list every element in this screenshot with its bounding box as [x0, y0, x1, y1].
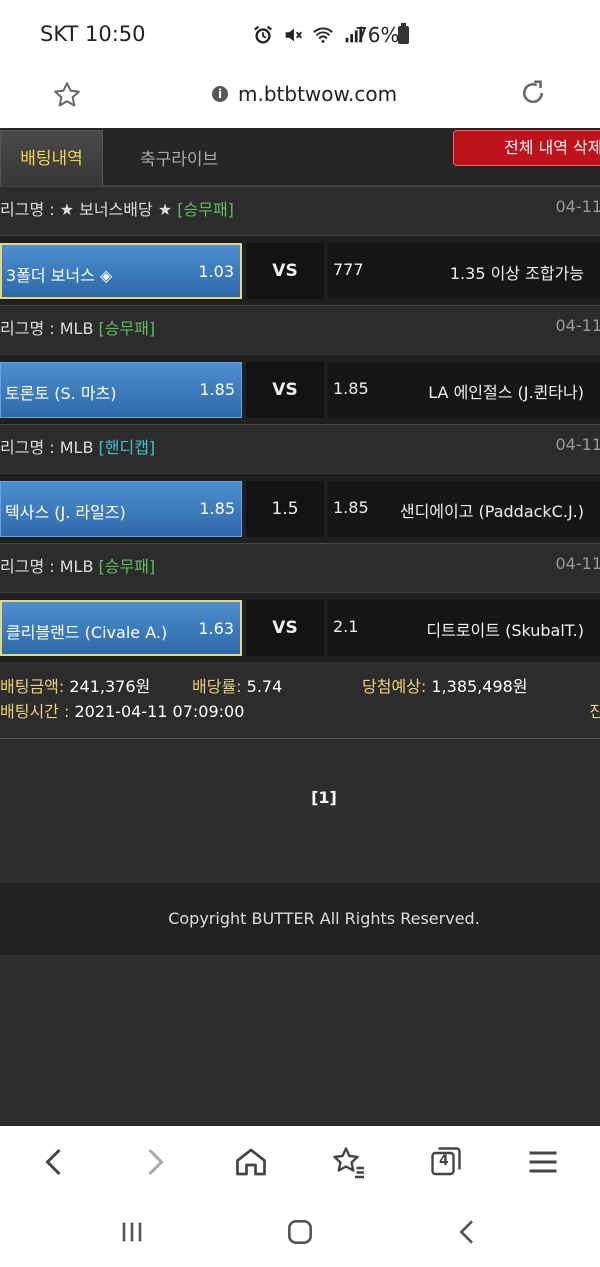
- away-team: LA 에인절스 (J.퀸타나): [428, 383, 584, 402]
- expected-win: 당첨예상: 1,385,498원: [362, 677, 528, 696]
- mute-icon: [285, 28, 302, 42]
- league-header: 리그명 : MLB [핸디캡] 04-11: [0, 424, 600, 464]
- away-odds: 1.85: [333, 379, 369, 398]
- wifi-icon: [313, 27, 333, 43]
- home-odds: 1.85: [199, 499, 235, 518]
- tabs-icon[interactable]: 4: [428, 1144, 464, 1180]
- pagination-page-1[interactable]: [1]: [0, 788, 600, 807]
- league-name: 리그명 : MLB: [0, 319, 94, 338]
- home-team: 3폴더 보너스 ◈: [6, 266, 113, 285]
- battery-icon: [398, 23, 409, 44]
- status-bar: SKT 10:50 76%: [0, 0, 600, 70]
- browser-bottom-nav: 4: [0, 1126, 600, 1202]
- url-text[interactable]: m.btbtwow.com: [238, 82, 397, 106]
- away-team: 디트로이트 (SkubalT.): [426, 621, 584, 640]
- system-back-icon[interactable]: [452, 1216, 484, 1248]
- away-team: 1.35 이상 조합가능: [449, 264, 584, 283]
- home-pick[interactable]: 토론토 (S. 마츠) 1.85: [0, 362, 242, 418]
- away-pick[interactable]: 2.1 디트로이트 (SkubalT.): [328, 600, 600, 656]
- league-name: 리그명 : MLB: [0, 438, 94, 457]
- bet-row: 토론토 (S. 마츠) 1.85 VS 1.85 LA 에인절스 (J.퀸타나): [0, 354, 600, 424]
- home-pick[interactable]: 텍사스 (J. 라일즈) 1.85: [0, 481, 242, 537]
- away-odds: 1.85: [333, 498, 369, 517]
- page-content: 배팅내역 축구라이브 전체 내역 삭제 리그명 : ★ 보너스배당 ★ [승무패…: [0, 128, 600, 1126]
- odds-rate: 배당률: 5.74: [192, 677, 283, 696]
- bet-summary: 배팅금액: 241,376원 배당률: 5.74 당첨예상: 1,385,498…: [0, 665, 600, 739]
- home-team: 텍사스 (J. 라일즈): [5, 503, 126, 522]
- bookmark-star-icon[interactable]: [52, 80, 82, 110]
- handicap-value: 1.5: [246, 481, 324, 537]
- tabs-count: 4: [439, 1153, 449, 1169]
- bet-date: 04-11: [555, 197, 600, 216]
- market-tag: [승무패]: [177, 200, 234, 219]
- market-tag: [핸디캡]: [98, 438, 156, 457]
- bet-time: 배팅시간 : 2021-04-11 07:09:00: [0, 702, 245, 721]
- market-tag: [승무패]: [98, 557, 156, 576]
- home-team: 클리블랜드 (Civale A.): [6, 623, 168, 642]
- status-label: 진: [589, 702, 600, 721]
- forward-icon[interactable]: [136, 1144, 172, 1180]
- middle-value: VS: [246, 600, 324, 656]
- carrier-time: SKT 10:50: [40, 22, 146, 46]
- reload-icon[interactable]: [518, 78, 548, 108]
- tab-bet-history[interactable]: 배팅내역: [0, 130, 103, 186]
- home-button-icon[interactable]: [284, 1216, 316, 1248]
- away-pick[interactable]: 1.85 LA 에인절스 (J.퀸타나): [328, 362, 600, 418]
- league-name: 리그명 : ★ 보너스배당 ★: [0, 200, 173, 219]
- middle-value: VS: [246, 243, 324, 299]
- bet-row: 3폴더 보너스 ◈ 1.03 VS 777 1.35 이상 조합가능: [0, 235, 600, 305]
- tab-bar: 배팅내역 축구라이브 전체 내역 삭제: [0, 128, 600, 186]
- away-pick[interactable]: 1.85 샌디에이고 (PaddackC.J.): [328, 481, 600, 537]
- delete-all-button[interactable]: 전체 내역 삭제: [453, 130, 600, 166]
- system-nav-bar: [0, 1202, 600, 1267]
- bet-date: 04-11: [555, 435, 600, 454]
- league-header: 리그명 : ★ 보너스배당 ★ [승무패] 04-11: [0, 186, 600, 226]
- away-odds: 2.1: [333, 617, 359, 636]
- middle-value: VS: [246, 362, 324, 418]
- market-tag: [승무패]: [98, 319, 156, 338]
- footer-copyright: Copyright BUTTER All Rights Reserved.: [0, 883, 600, 955]
- menu-icon[interactable]: [525, 1144, 561, 1180]
- alarm-icon: [254, 25, 272, 44]
- site-info-icon[interactable]: i: [212, 86, 228, 102]
- back-icon[interactable]: [37, 1144, 73, 1180]
- bet-row: 텍사스 (J. 라일즈) 1.85 1.5 1.85 샌디에이고 (Paddac…: [0, 473, 600, 543]
- bet-date: 04-11: [555, 554, 600, 573]
- home-pick[interactable]: 클리블랜드 (Civale A.) 1.63: [0, 600, 242, 656]
- away-pick[interactable]: 777 1.35 이상 조합가능: [328, 243, 600, 299]
- home-team: 토론토 (S. 마츠): [5, 384, 117, 403]
- home-pick[interactable]: 3폴더 보너스 ◈ 1.03: [0, 243, 242, 299]
- recent-apps-icon[interactable]: [116, 1216, 148, 1248]
- away-team: 샌디에이고 (PaddackC.J.): [399, 502, 584, 521]
- tab-soccer-live[interactable]: 축구라이브: [140, 145, 218, 170]
- away-odds: 777: [333, 260, 364, 279]
- home-icon[interactable]: [233, 1144, 269, 1180]
- bookmarks-icon[interactable]: [331, 1144, 367, 1180]
- home-odds: 1.03: [198, 262, 234, 281]
- battery-percent: 76%: [355, 23, 400, 47]
- status-icons: [252, 24, 364, 46]
- bet-date: 04-11: [555, 316, 600, 335]
- league-name: 리그명 : MLB: [0, 557, 94, 576]
- bet-amount: 배팅금액: 241,376원: [0, 677, 151, 696]
- league-header: 리그명 : MLB [승무패] 04-11: [0, 543, 600, 583]
- league-header: 리그명 : MLB [승무패] 04-11: [0, 305, 600, 345]
- home-odds: 1.63: [198, 619, 234, 638]
- bet-row: 클리블랜드 (Civale A.) 1.63 VS 2.1 디트로이트 (Sku…: [0, 592, 600, 662]
- home-odds: 1.85: [199, 380, 235, 399]
